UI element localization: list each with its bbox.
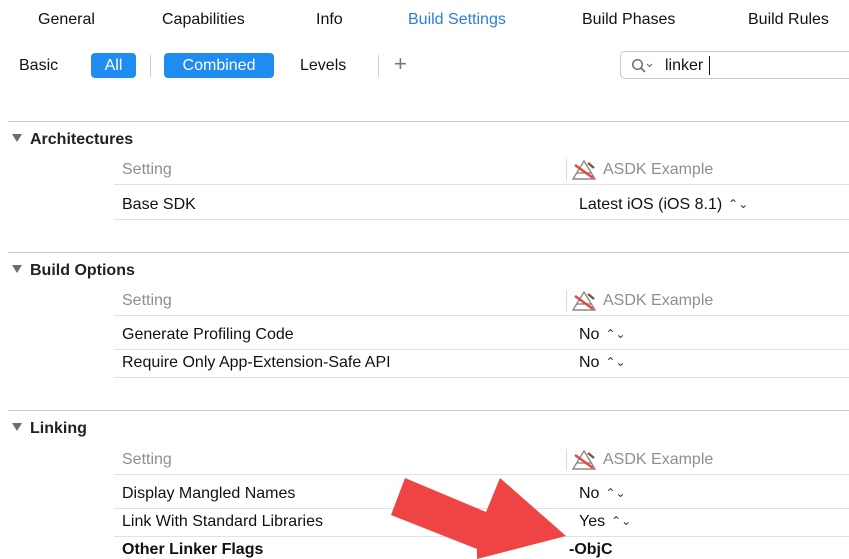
- filter-divider: [150, 55, 151, 77]
- setting-value[interactable]: Yes ⌃⌄: [579, 513, 631, 531]
- section-linking[interactable]: Linking: [12, 420, 87, 438]
- project-editor-tab-bar: General Capabilities Info Build Settings…: [0, 0, 849, 43]
- setting-row-link-with-standard-libraries[interactable]: Link With Standard Libraries Yes ⌃⌄: [114, 508, 849, 537]
- column-header-row: Setting ASDK Example: [114, 287, 849, 316]
- tab-capabilities[interactable]: Capabilities: [162, 11, 245, 29]
- disclosure-triangle-icon[interactable]: [12, 423, 22, 431]
- column-header-row: Setting ASDK Example: [114, 446, 849, 475]
- setting-row-display-mangled-names[interactable]: Display Mangled Names No ⌃⌄: [114, 480, 849, 509]
- popup-stepper-icon[interactable]: ⌃⌄: [605, 355, 625, 369]
- popup-stepper-icon[interactable]: ⌃⌄: [611, 514, 631, 528]
- column-divider: [566, 159, 567, 181]
- tab-info[interactable]: Info: [316, 11, 343, 29]
- column-divider: [566, 449, 567, 471]
- filter-divider: [378, 55, 379, 77]
- view-levels-button[interactable]: Levels: [300, 57, 346, 75]
- popup-stepper-icon[interactable]: ⌃⌄: [728, 197, 748, 211]
- section-title: Linking: [30, 420, 87, 437]
- column-setting-label: Setting: [122, 292, 172, 309]
- xcode-target-icon: [572, 450, 596, 470]
- search-field[interactable]: linker: [620, 51, 849, 79]
- popup-stepper-icon[interactable]: ⌃⌄: [605, 486, 625, 500]
- section-title: Architectures: [30, 131, 134, 148]
- disclosure-triangle-icon[interactable]: [12, 265, 22, 273]
- filter-all-button[interactable]: All: [91, 53, 136, 78]
- setting-row-generate-profiling-code[interactable]: Generate Profiling Code No ⌃⌄: [114, 321, 849, 350]
- view-combined-button[interactable]: Combined: [164, 53, 274, 78]
- column-target-label: ASDK Example: [603, 292, 714, 309]
- xcode-target-icon: [572, 291, 596, 311]
- setting-row-other-linker-flags[interactable]: Other Linker Flags -ObjC: [114, 536, 849, 559]
- setting-row-base-sdk[interactable]: Base SDK Latest iOS (iOS 8.1) ⌃⌄: [114, 191, 849, 220]
- settings-filter-bar: Basic All Combined Levels + linker: [0, 42, 849, 90]
- xcode-target-icon: [572, 160, 596, 180]
- popup-stepper-icon[interactable]: ⌃⌄: [605, 327, 625, 341]
- tab-build-rules[interactable]: Build Rules: [748, 11, 829, 29]
- tab-general[interactable]: General: [38, 11, 95, 29]
- setting-name: Other Linker Flags: [122, 541, 264, 558]
- column-target-label: ASDK Example: [603, 161, 714, 178]
- section-divider: [8, 121, 849, 122]
- setting-value[interactable]: No ⌃⌄: [579, 485, 626, 503]
- setting-value[interactable]: No ⌃⌄: [579, 326, 626, 344]
- tab-build-settings[interactable]: Build Settings: [408, 11, 506, 29]
- column-setting-label: Setting: [122, 161, 172, 178]
- build-settings-window: General Capabilities Info Build Settings…: [0, 0, 849, 559]
- search-icon[interactable]: [631, 58, 655, 74]
- section-build-options[interactable]: Build Options: [12, 262, 135, 280]
- text-caret: [709, 56, 710, 75]
- tab-build-phases[interactable]: Build Phases: [582, 11, 675, 29]
- section-title: Build Options: [30, 262, 135, 279]
- setting-name: Display Mangled Names: [122, 485, 296, 502]
- setting-value[interactable]: No ⌃⌄: [579, 354, 626, 372]
- section-divider: [8, 252, 849, 253]
- column-divider: [566, 290, 567, 312]
- disclosure-triangle-icon[interactable]: [12, 134, 22, 142]
- setting-name: Base SDK: [122, 196, 196, 213]
- column-target-label: ASDK Example: [603, 451, 714, 468]
- setting-value[interactable]: Latest iOS (iOS 8.1) ⌃⌄: [579, 196, 748, 214]
- setting-name: Link With Standard Libraries: [122, 513, 323, 530]
- setting-name: Generate Profiling Code: [122, 326, 294, 343]
- section-divider: [8, 410, 849, 411]
- setting-name: Require Only App-Extension-Safe API: [122, 354, 391, 371]
- setting-row-require-app-extension-safe-api[interactable]: Require Only App-Extension-Safe API No ⌃⌄: [114, 349, 849, 378]
- column-setting-label: Setting: [122, 451, 172, 468]
- section-architectures[interactable]: Architectures: [12, 131, 133, 149]
- column-header-row: Setting ASDK Example: [114, 156, 849, 185]
- search-input[interactable]: linker: [665, 57, 703, 75]
- setting-value[interactable]: -ObjC: [569, 541, 613, 559]
- add-setting-button[interactable]: +: [394, 53, 407, 75]
- filter-basic-button[interactable]: Basic: [19, 57, 58, 75]
